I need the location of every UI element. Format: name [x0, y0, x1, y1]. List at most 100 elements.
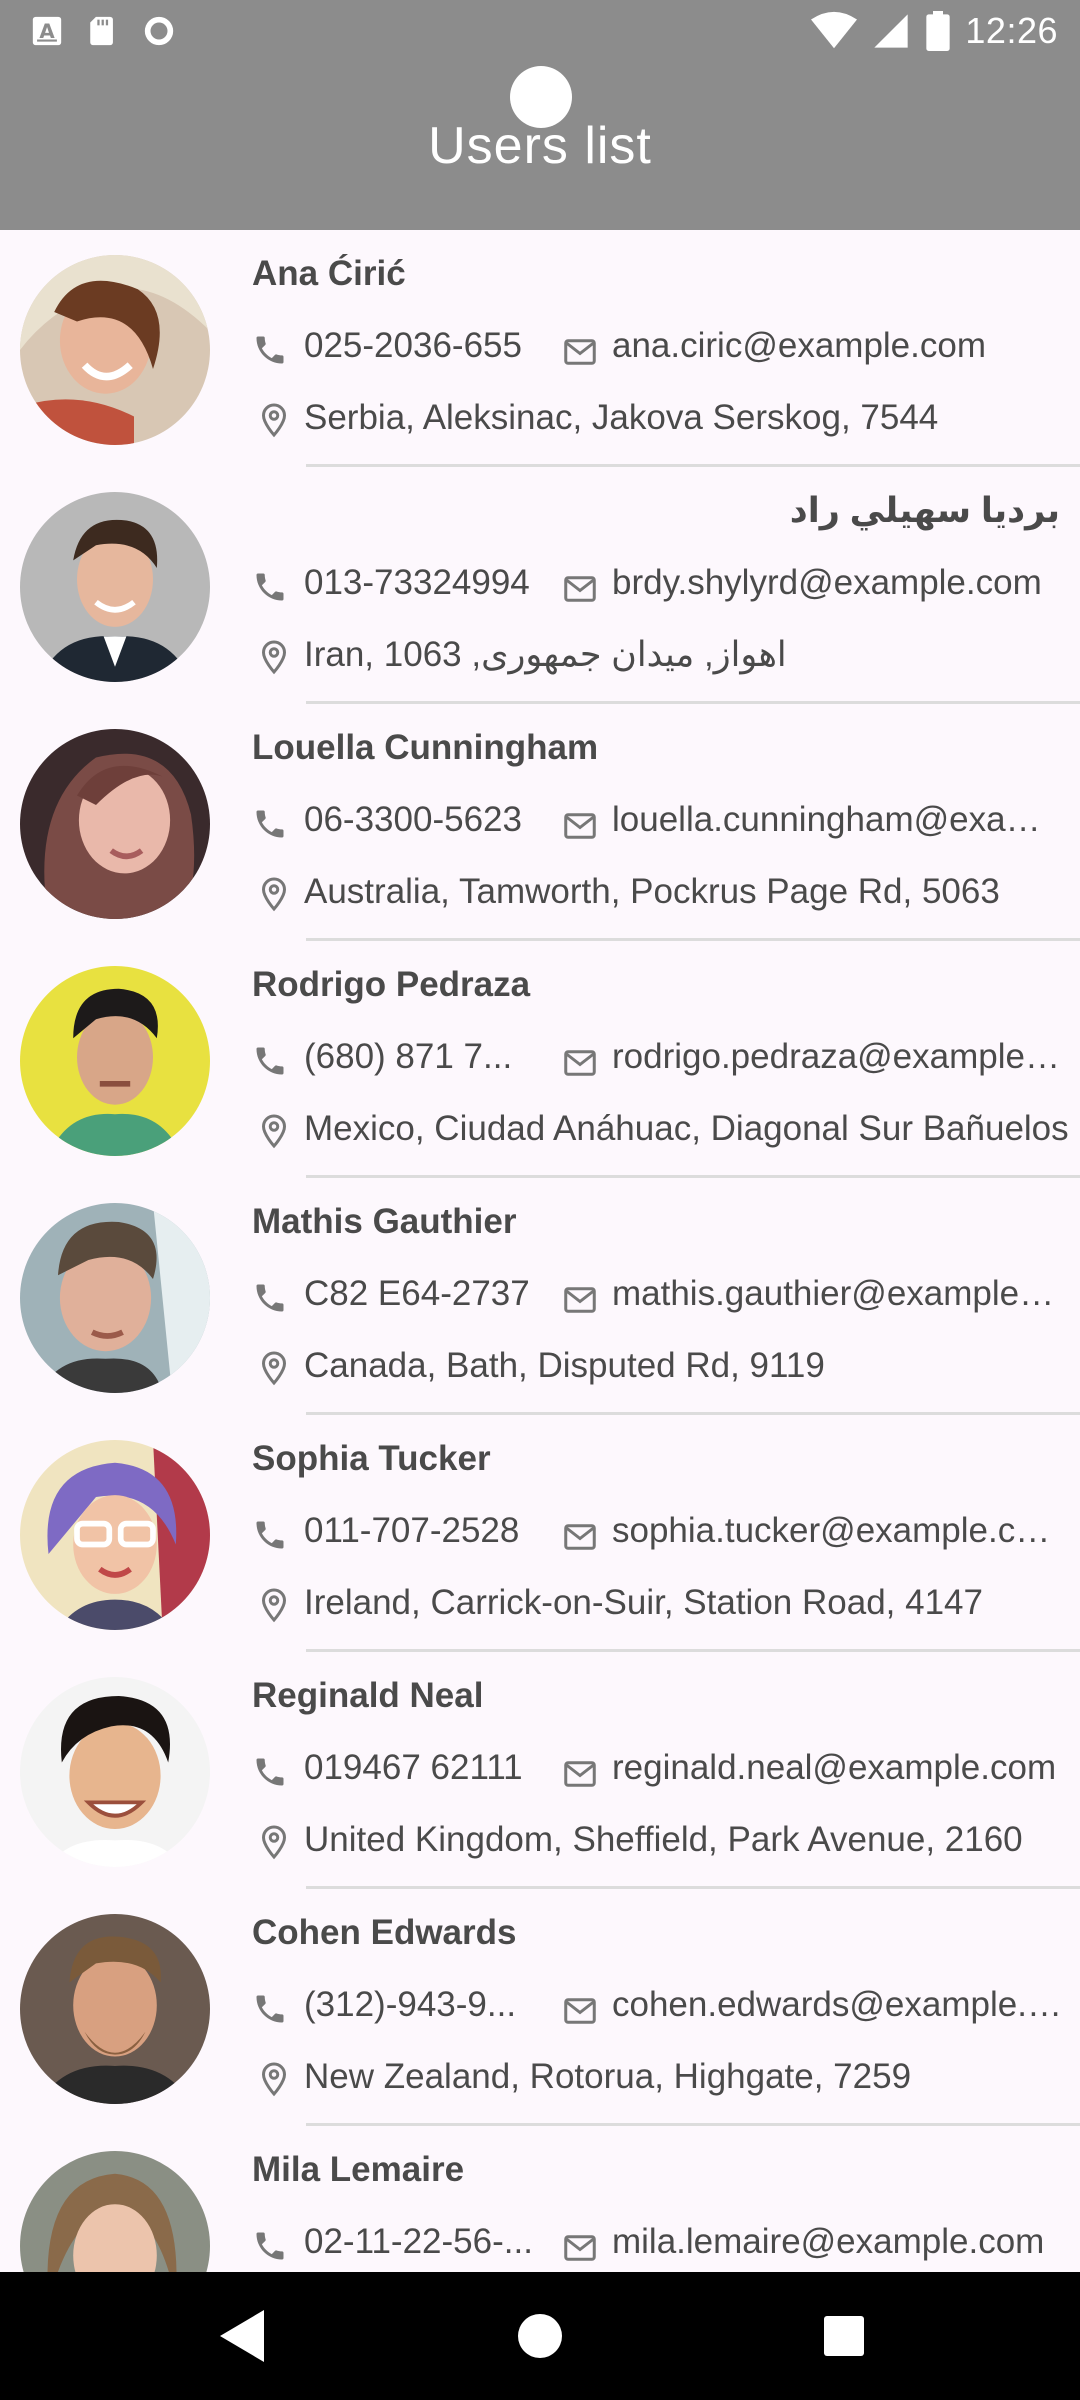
location-pin-icon — [261, 403, 287, 438]
phone-number[interactable]: 011-707-2528 — [304, 1511, 534, 1551]
email-address[interactable]: sophia.tucker@example.com — [612, 1511, 1062, 1551]
address[interactable]: Serbia, Aleksinac, Jakova Serskog, 7544 — [304, 398, 1076, 438]
phone-number[interactable]: (680) 871 7... — [304, 1037, 534, 1077]
contact-line: (680) 871 7... rodrigo.pedraza@example.c… — [252, 1037, 1080, 1087]
user-name: Reginald Neal — [252, 1676, 484, 1715]
address[interactable]: United Kingdom, Sheffield, Park Avenue, … — [304, 1820, 1076, 1860]
list-item[interactable]: Rodrigo Pedraza (680) 871 7... rodrigo.p… — [0, 941, 1080, 1178]
email-address[interactable]: ana.ciric@example.com — [612, 326, 1062, 366]
list-item[interactable]: Cohen Edwards (312)-943-9... cohen.edwar… — [0, 1889, 1080, 2126]
page-title: Users list — [428, 117, 652, 175]
address[interactable]: Mexico, Ciudad Anáhuac, Diagonal Sur Bañ… — [304, 1109, 1076, 1149]
email-address[interactable]: louella.cunningham@example.com — [612, 800, 1062, 840]
address[interactable]: Canada, Bath, Disputed Rd, 9119 — [304, 1346, 1076, 1386]
contact-line: 019467 62111 reginald.neal@example.com — [252, 1748, 1080, 1798]
address[interactable]: Iran, 1063 ,اهواز, میدان جمهوری — [304, 635, 1076, 675]
avatar — [20, 1914, 210, 2104]
address-line: Mexico, Ciudad Anáhuac, Diagonal Sur Bañ… — [252, 1109, 1080, 1159]
location-pin-icon — [261, 1825, 287, 1860]
phone-icon — [256, 2232, 284, 2260]
list-item[interactable]: Reginald Neal 019467 62111 reginald.neal… — [0, 1652, 1080, 1889]
status-system-icons: 12:26 — [811, 10, 1058, 52]
user-name: Cohen Edwards — [252, 1913, 517, 1952]
list-item[interactable]: Mathis Gauthier C82 E64-2737 mathis.gaut… — [0, 1178, 1080, 1415]
mail-icon — [564, 813, 596, 839]
mail-icon — [564, 1998, 596, 2024]
status-time: 12:26 — [965, 10, 1058, 51]
sync-circle-icon — [144, 16, 174, 46]
address-line: Iran, 1063 ,اهواز, میدان جمهوری — [252, 635, 1080, 685]
phone-number[interactable]: 019467 62111 — [304, 1748, 534, 1788]
location-pin-icon — [261, 1588, 287, 1623]
contact-line: 011-707-2528 sophia.tucker@example.com — [252, 1511, 1080, 1561]
user-name-text: برديا سهيلي راد — [789, 491, 1060, 530]
location-pin-icon — [261, 1351, 287, 1386]
mail-icon — [564, 1287, 596, 1313]
user-name: Mila Lemaire — [252, 2150, 465, 2189]
phone-number[interactable]: 013-73324994 — [304, 563, 534, 603]
avatar — [20, 255, 210, 445]
avatar — [20, 729, 210, 919]
avatar — [20, 1440, 210, 1630]
avatar — [20, 966, 210, 1156]
contact-line: 025-2036-655 ana.ciric@example.com — [252, 326, 1080, 376]
email-address[interactable]: brdy.shylyrd@example.com — [612, 563, 1062, 603]
phone-icon — [256, 1284, 284, 1312]
location-pin-icon — [261, 877, 287, 912]
avatar — [20, 1203, 210, 1393]
address[interactable]: Ireland, Carrick-on-Suir, Station Road, … — [304, 1583, 1076, 1623]
address-line: United Kingdom, Sheffield, Park Avenue, … — [252, 1820, 1080, 1870]
contact-line: 06-3300-5623 louella.cunningham@example.… — [252, 800, 1080, 850]
avatar — [20, 2151, 210, 2272]
address-line: Canada, Bath, Disputed Rd, 9119 — [252, 1346, 1080, 1396]
phone-number[interactable]: C82 E64-2737 — [304, 1274, 534, 1314]
email-address[interactable]: mila.lemaire@example.com — [612, 2222, 1062, 2262]
status-notification-icons: A — [30, 14, 176, 48]
list-item[interactable]: Louella Cunningham 06-3300-5623 louella.… — [0, 704, 1080, 941]
app-bar: Users list — [0, 66, 1080, 230]
back-icon[interactable] — [216, 2306, 272, 2366]
mail-icon — [564, 1761, 596, 1787]
location-pin-icon — [261, 640, 287, 675]
user-name: برديا سهيلي راد — [252, 491, 1060, 531]
phone-number[interactable]: (312)-943-9... — [304, 1985, 534, 2025]
email-address[interactable]: rodrigo.pedraza@example.com — [612, 1037, 1062, 1077]
user-name: Rodrigo Pedraza — [252, 965, 531, 1004]
user-name: Sophia Tucker — [252, 1439, 491, 1478]
mail-icon — [564, 1524, 596, 1550]
list-item[interactable]: Ana Ćirić 025-2036-655 ana.ciric@example… — [0, 230, 1080, 467]
avatar — [20, 492, 210, 682]
mail-icon — [564, 1050, 596, 1076]
phone-number[interactable]: 025-2036-655 — [304, 326, 534, 366]
contact-line: C82 E64-2737 mathis.gauthier@example.com — [252, 1274, 1080, 1324]
mail-icon — [564, 576, 596, 602]
sd-card-icon — [90, 16, 113, 46]
list-item[interactable]: Mila Lemaire 02-11-22-56-... mila.lemair… — [0, 2126, 1080, 2272]
address-line: Australia, Tamworth, Pockrus Page Rd, 50… — [252, 872, 1080, 922]
phone-number[interactable]: 06-3300-5623 — [304, 800, 534, 840]
phone-number[interactable]: 02-11-22-56-... — [304, 2222, 534, 2262]
battery-icon — [926, 11, 951, 51]
phone-icon — [256, 573, 284, 601]
email-address[interactable]: cohen.edwards@example.com — [612, 1985, 1062, 2025]
mail-icon — [564, 339, 596, 365]
email-address[interactable]: reginald.neal@example.com — [612, 1748, 1062, 1788]
address-line: Ireland, Carrick-on-Suir, Station Road, … — [252, 1583, 1080, 1633]
home-icon[interactable] — [518, 2314, 562, 2358]
address[interactable]: Australia, Tamworth, Pockrus Page Rd, 50… — [304, 872, 1076, 912]
email-address[interactable]: mathis.gauthier@example.com — [612, 1274, 1062, 1314]
mail-icon — [564, 2235, 596, 2261]
recents-icon[interactable] — [824, 2316, 864, 2356]
phone-icon — [256, 1521, 284, 1549]
contact-line: 013-73324994 brdy.shylyrd@example.com — [252, 563, 1080, 613]
phone-icon — [256, 1995, 284, 2023]
address[interactable]: New Zealand, Rotorua, Highgate, 7259 — [304, 2057, 1076, 2097]
user-list[interactable]: Ana Ćirić 025-2036-655 ana.ciric@example… — [0, 230, 1080, 2272]
address-line: Serbia, Aleksinac, Jakova Serskog, 7544 — [252, 398, 1080, 448]
location-pin-icon — [261, 1114, 287, 1149]
list-item[interactable]: Sophia Tucker 011-707-2528 sophia.tucker… — [0, 1415, 1080, 1652]
list-item[interactable]: برديا سهيلي راد 013-73324994 brdy.shylyr… — [0, 467, 1080, 704]
status-bar: A 12:26 — [0, 0, 1080, 66]
address-line: New Zealand, Rotorua, Highgate, 7259 — [252, 2057, 1080, 2107]
avatar — [20, 1677, 210, 1867]
